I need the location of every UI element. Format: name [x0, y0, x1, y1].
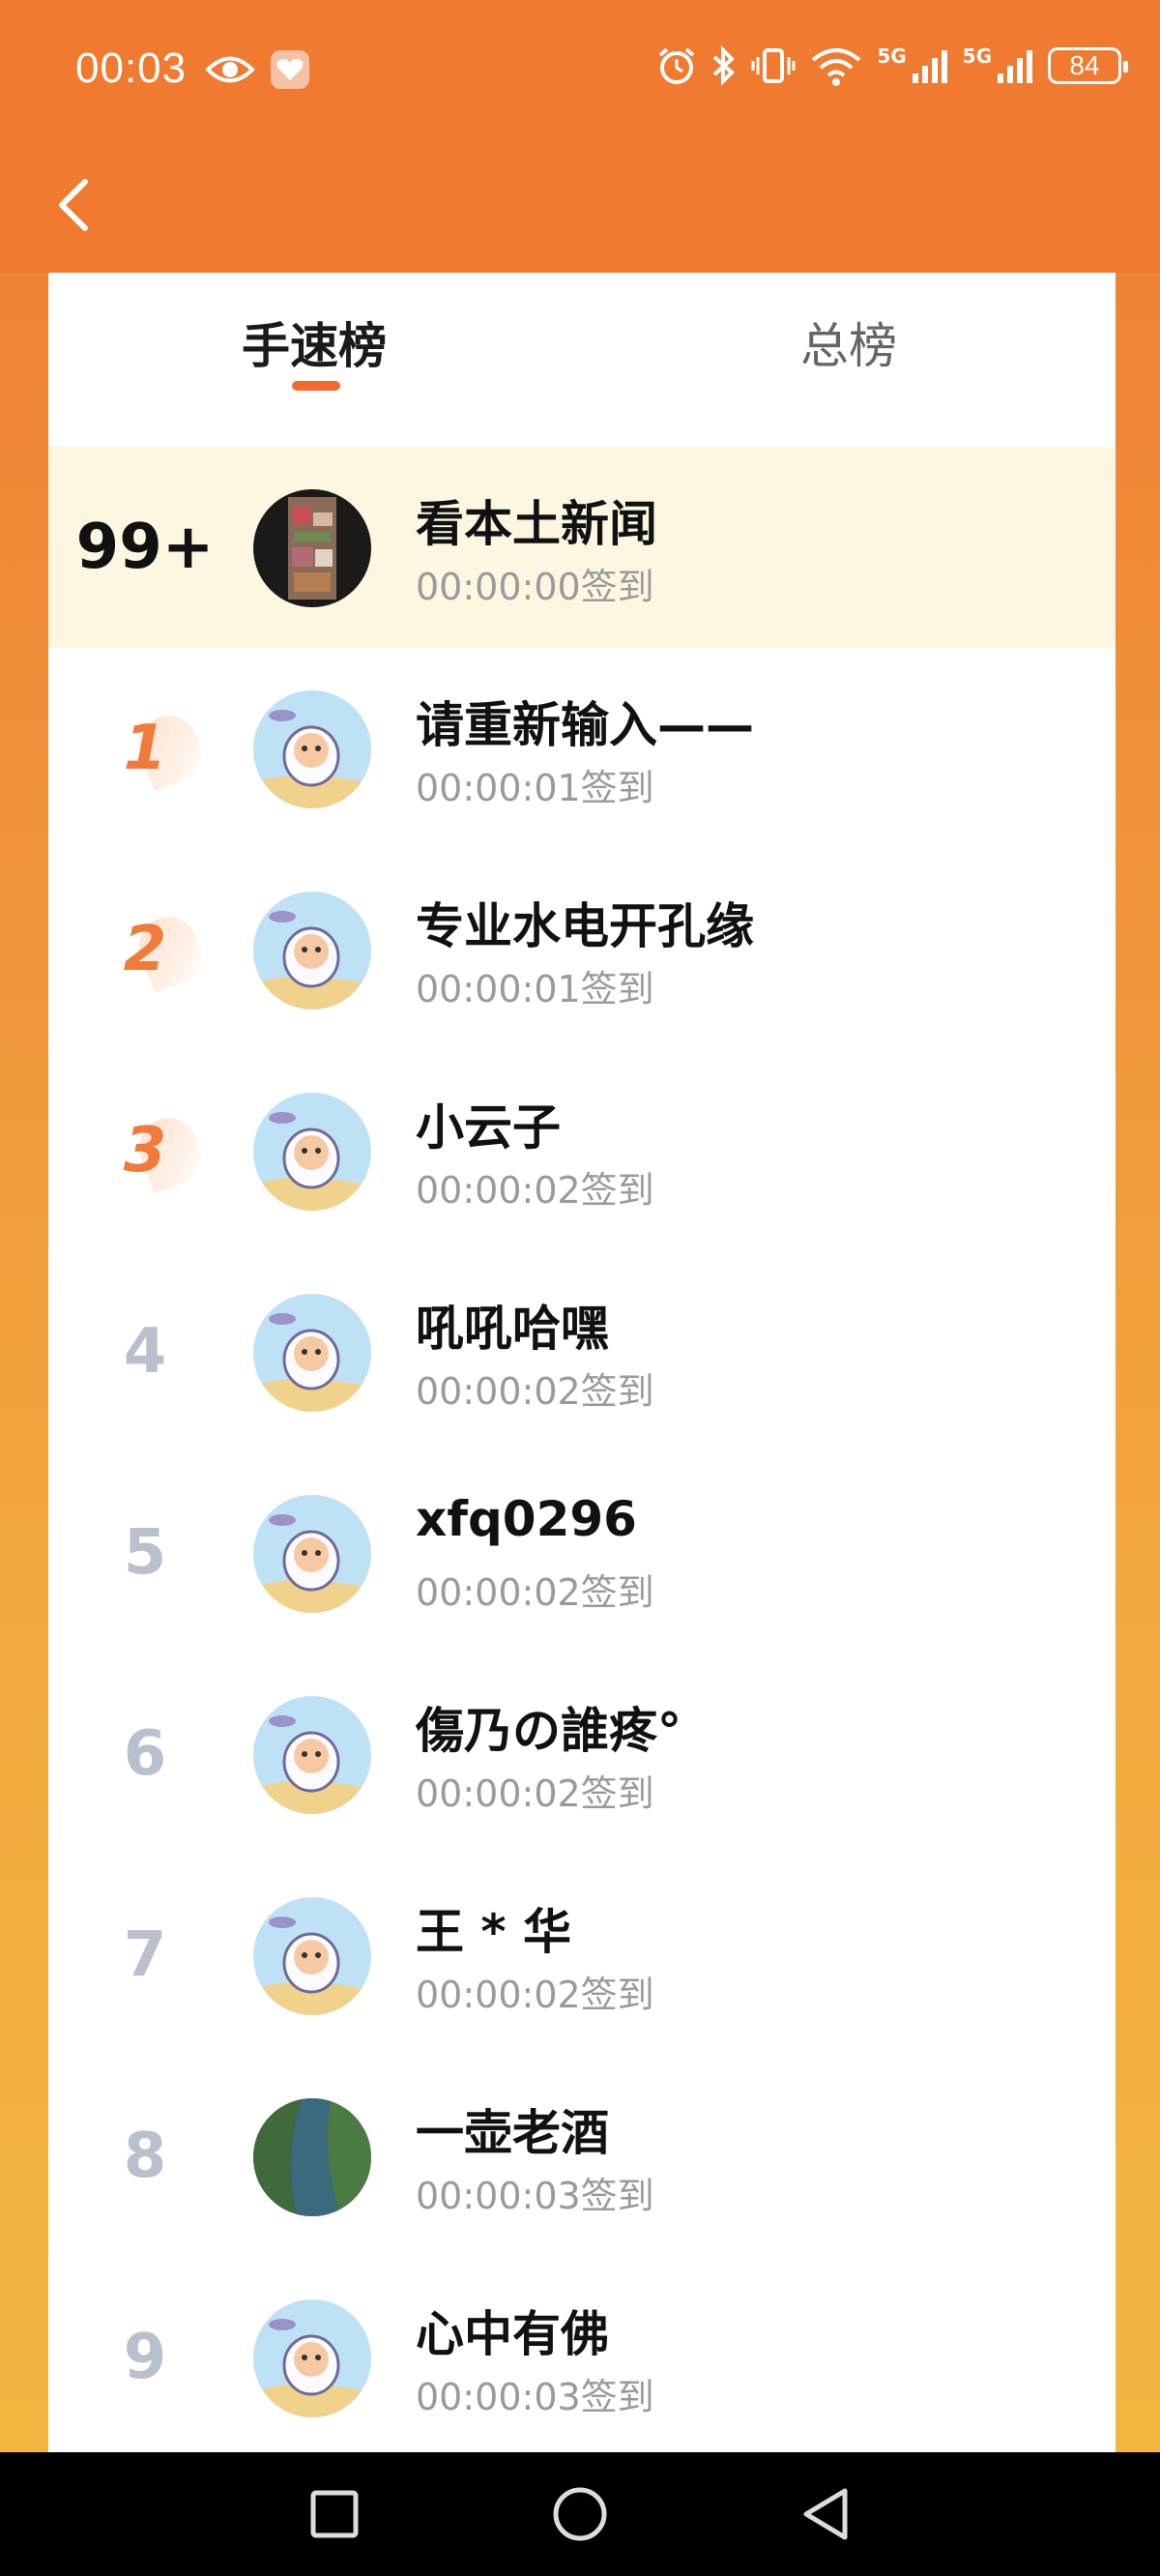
status-time: 00:03: [75, 44, 188, 92]
back-button[interactable]: [35, 166, 112, 244]
list-item[interactable]: 6 傷乃の誰疼° 00:00:02签到: [48, 1654, 1116, 1855]
recent-apps-button[interactable]: [300, 2479, 369, 2549]
tab-indicator: [292, 381, 340, 391]
list-item[interactable]: 1 请重新输入—— 00:00:01签到: [48, 648, 1116, 849]
rank-number: 3: [123, 1115, 167, 1186]
wifi-icon: [812, 48, 861, 86]
checkin-time: 00:00:01签到: [416, 767, 654, 809]
chevron-left-icon: [59, 179, 88, 231]
circle-icon: [553, 2487, 607, 2541]
checkin-time: 00:00:02签到: [416, 1772, 654, 1815]
avatar: [253, 1897, 371, 2015]
home-button[interactable]: [545, 2479, 615, 2549]
battery-indicator: 84: [1048, 47, 1128, 84]
triangle-back-icon: [803, 2488, 848, 2540]
rank-number: 1: [123, 713, 167, 784]
list-item[interactable]: 4 吼吼哈嘿 00:00:02签到: [48, 1251, 1116, 1452]
heart-shield-icon: [271, 50, 309, 89]
user-name: 吼吼哈嘿: [416, 1301, 609, 1357]
bluetooth-icon: [712, 45, 736, 86]
avatar: [253, 489, 371, 607]
rank-number: 6: [123, 1718, 167, 1790]
avatar: [253, 690, 371, 808]
list-item[interactable]: 5 xfq0296 00:00:02签到: [48, 1452, 1116, 1654]
network-label: 5G: [962, 44, 992, 68]
user-name: xfq0296: [416, 1491, 637, 1547]
avatar: [253, 1495, 371, 1613]
my-rank-row[interactable]: 99+ 看本土新闻 00:00:00签到: [48, 447, 1116, 648]
tab-speed-ranking[interactable]: 手速榜: [242, 304, 387, 381]
user-name: 看本土新闻: [416, 496, 657, 552]
rank-number: 8: [123, 2121, 167, 2192]
checkin-time: 00:00:02签到: [416, 1169, 654, 1212]
user-name: 王 * 华: [416, 1904, 571, 1960]
back-nav-button[interactable]: [791, 2479, 860, 2549]
checkin-time: 00:00:00签到: [416, 566, 654, 608]
list-item[interactable]: 8 一壶老酒 00:00:03签到: [48, 2056, 1116, 2257]
leaderboard-card: 手速榜 总榜 99+ 看本土新闻 00:00:00签到 1 请重新输入—— 00…: [48, 273, 1116, 2452]
list-item[interactable]: 9 心中有佛 00:00:03签到: [48, 2257, 1116, 2452]
rank-number: 5: [123, 1517, 167, 1589]
list-item[interactable]: 3 小云子 00:00:02签到: [48, 1050, 1116, 1251]
user-name: 专业水电开孔缘: [416, 898, 754, 954]
list-item[interactable]: 2 专业水电开孔缘 00:00:01签到: [48, 849, 1116, 1050]
eye-icon: [205, 56, 255, 83]
user-name: 请重新输入——: [416, 697, 754, 753]
avatar: [253, 1093, 371, 1211]
battery-level: 84: [1069, 50, 1100, 80]
avatar: [253, 1696, 371, 1814]
checkin-time: 00:00:02签到: [416, 1974, 654, 2016]
rank-number: 99+: [75, 512, 215, 583]
rank-number: 2: [123, 914, 167, 985]
rank-number: 7: [123, 1919, 167, 1991]
rank-number: 9: [123, 2322, 167, 2393]
square-icon: [310, 2490, 359, 2538]
signal-icon: [998, 50, 1032, 83]
avatar: [253, 2299, 371, 2417]
rank-number: 4: [123, 1316, 167, 1388]
list-item[interactable]: 7 王 * 华 00:00:02签到: [48, 1855, 1116, 2056]
avatar: [253, 1294, 371, 1412]
checkin-time: 00:00:01签到: [416, 968, 654, 1010]
signal-icon: [912, 50, 947, 83]
avatar: [253, 892, 371, 1010]
alarm-icon: [659, 47, 695, 84]
user-name: 心中有佛: [416, 2306, 609, 2362]
tab-overall-ranking[interactable]: 总榜: [800, 304, 897, 381]
checkin-time: 00:00:02签到: [416, 1571, 654, 1614]
checkin-time: 00:00:03签到: [416, 2175, 654, 2217]
network-label: 5G: [877, 44, 907, 68]
checkin-time: 00:00:03签到: [416, 2376, 654, 2418]
status-bar: 00:03 5G 5G 84: [0, 0, 1160, 145]
checkin-time: 00:00:02签到: [416, 1370, 654, 1413]
vibrate-icon: [751, 48, 796, 83]
header-bar: [0, 145, 1160, 273]
avatar: [253, 2098, 371, 2216]
user-name: 一壶老酒: [416, 2105, 609, 2161]
user-name: 傷乃の誰疼°: [416, 1703, 682, 1759]
user-name: 小云子: [416, 1099, 561, 1156]
system-nav-bar: [0, 2452, 1160, 2576]
tab-bar: 手速榜 总榜: [48, 273, 1116, 447]
